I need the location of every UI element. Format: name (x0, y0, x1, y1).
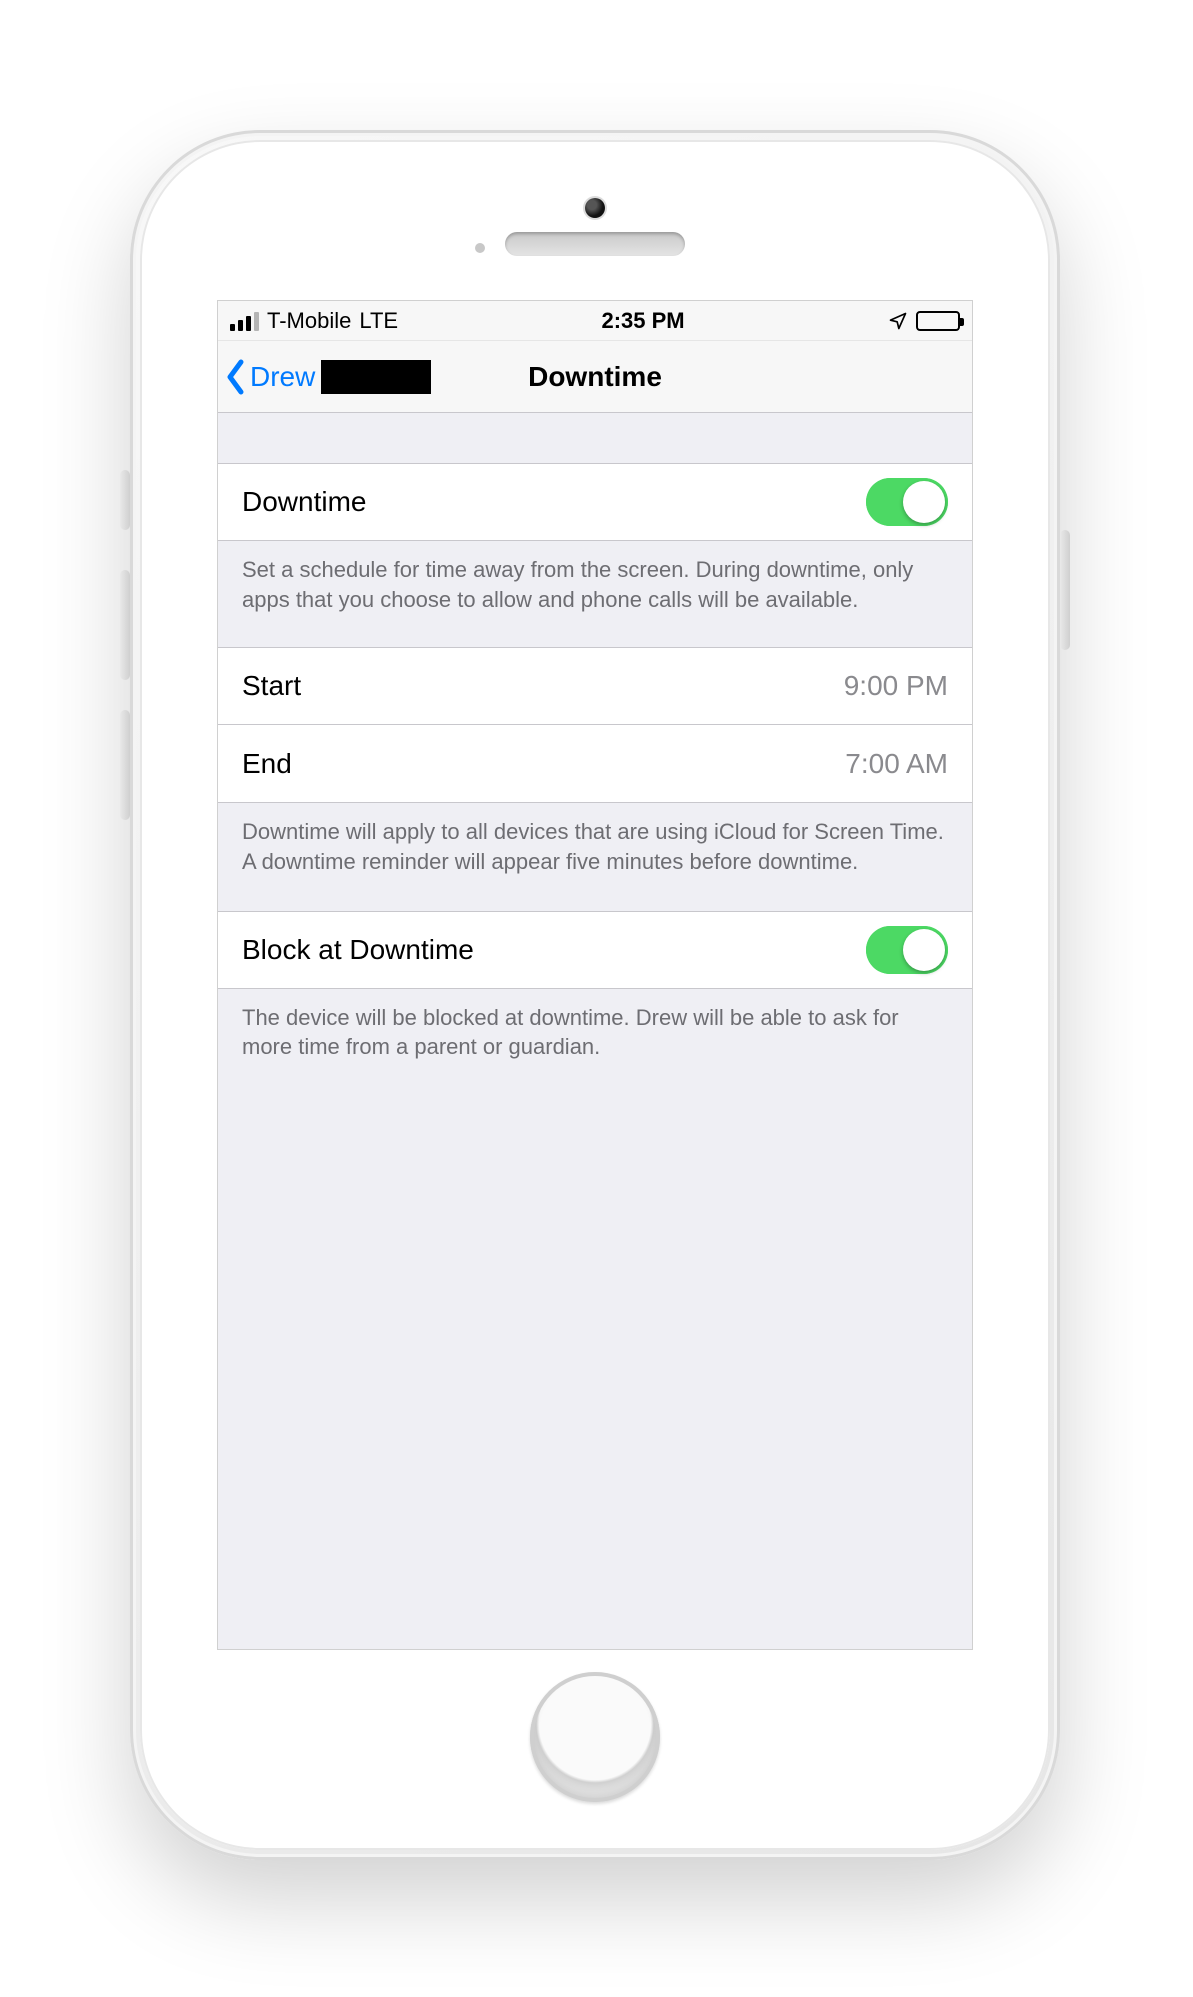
screen: T-Mobile LTE 2:35 PM Drew (217, 300, 973, 1650)
proximity-sensor (475, 243, 485, 253)
chevron-left-icon (224, 358, 248, 396)
signal-strength-icon (230, 311, 259, 331)
back-label: Drew (250, 361, 315, 393)
block-label: Block at Downtime (242, 934, 474, 966)
volume-up-button (120, 570, 130, 680)
phone-bezel: T-Mobile LTE 2:35 PM Drew (140, 140, 1050, 1850)
block-toggle[interactable] (866, 926, 948, 974)
block-description: The device will be blocked at downtime. … (218, 989, 972, 1070)
end-time-row[interactable]: End 7:00 AM (218, 725, 972, 803)
battery-icon (916, 311, 960, 331)
earpiece-speaker (505, 232, 685, 256)
start-time-row[interactable]: Start 9:00 PM (218, 647, 972, 725)
nav-bar: Drew Downtime (218, 341, 972, 413)
redacted-name (321, 360, 431, 394)
network-label: LTE (359, 308, 398, 334)
end-label: End (242, 748, 292, 780)
mute-switch (120, 470, 130, 530)
downtime-description: Set a schedule for time away from the sc… (218, 541, 972, 622)
carrier-label: T-Mobile (267, 308, 351, 334)
start-value: 9:00 PM (844, 670, 948, 702)
location-icon (888, 311, 908, 331)
power-button (1060, 530, 1070, 650)
volume-down-button (120, 710, 130, 820)
block-at-downtime-row[interactable]: Block at Downtime (218, 911, 972, 989)
status-bar: T-Mobile LTE 2:35 PM (218, 301, 972, 341)
downtime-toggle-row[interactable]: Downtime (218, 463, 972, 541)
schedule-description: Downtime will apply to all devices that … (218, 803, 972, 884)
downtime-label: Downtime (242, 486, 366, 518)
downtime-toggle[interactable] (866, 478, 948, 526)
home-button[interactable] (530, 1672, 660, 1802)
clock: 2:35 PM (601, 308, 684, 334)
start-label: Start (242, 670, 301, 702)
back-button[interactable]: Drew (218, 358, 431, 396)
end-value: 7:00 AM (845, 748, 948, 780)
phone-frame: T-Mobile LTE 2:35 PM Drew (130, 130, 1060, 1860)
front-camera (585, 198, 605, 218)
